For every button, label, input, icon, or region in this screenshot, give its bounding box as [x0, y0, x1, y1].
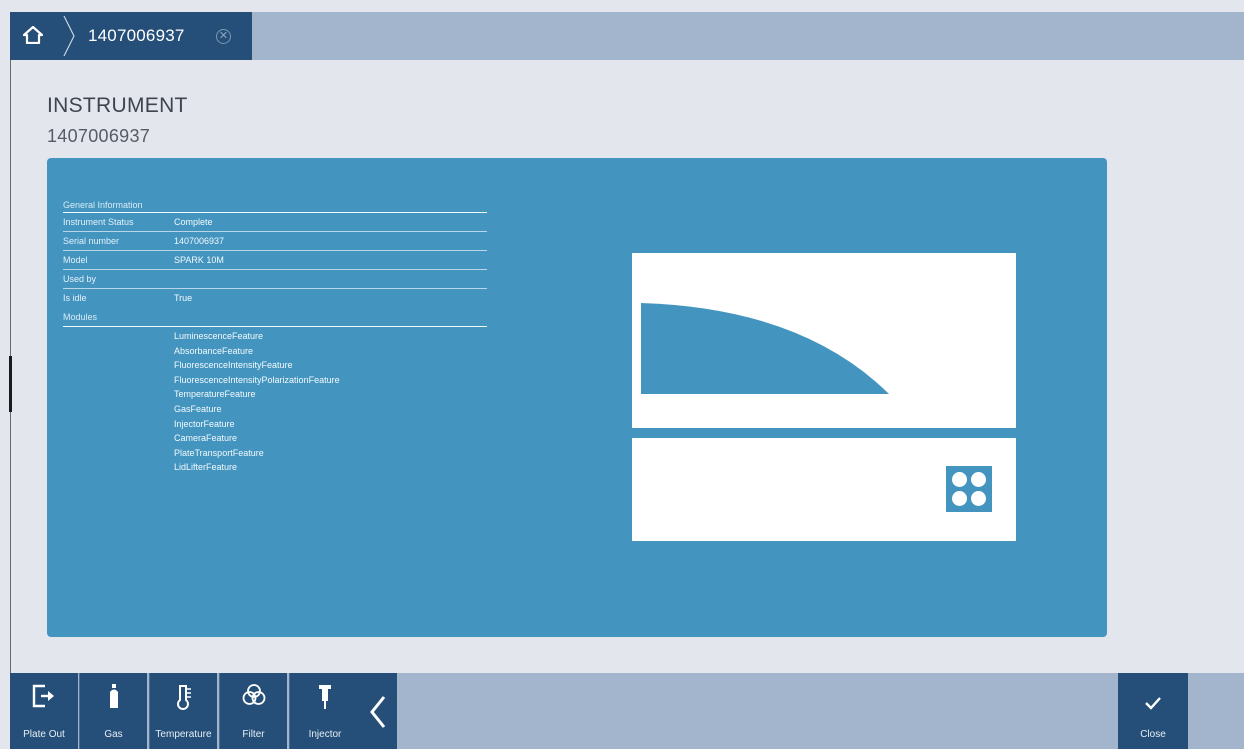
info-row-model: Model SPARK 10M	[63, 251, 487, 270]
page-title: INSTRUMENT	[47, 94, 188, 117]
bottom-toolbar: Plate Out Gas Temperature Filter Injecto…	[10, 673, 1244, 749]
home-icon	[23, 26, 43, 44]
injector-icon	[319, 685, 331, 709]
plate-out-button[interactable]: Plate Out	[10, 673, 78, 749]
checkmark-icon	[1145, 697, 1161, 710]
list-item: LuminescenceFeature	[174, 331, 264, 341]
list-item: FluorescenceIntensityFeature	[174, 360, 293, 371]
tab-instrument[interactable]: 1407006937 ✕	[78, 12, 252, 60]
info-label: Is idle	[63, 293, 87, 303]
info-value: 1407006937	[174, 236, 225, 246]
list-item: AbsorbanceFeature	[174, 345, 254, 356]
close-circle-icon: ✕	[218, 30, 229, 42]
list-item: TemperatureFeature	[174, 389, 256, 400]
temperature-label: Temperature	[155, 729, 212, 740]
info-row-status: Instrument Status Complete	[63, 213, 487, 232]
temperature-button[interactable]: Temperature	[149, 673, 217, 749]
modules-list: LuminescenceFeature AbsorbanceFeature Fl…	[63, 327, 487, 475]
list-item: LidLifterFeature	[174, 462, 238, 473]
close-tab-button[interactable]: ✕	[216, 29, 231, 44]
page-subtitle: 1407006937	[47, 126, 151, 146]
info-value: True	[174, 293, 193, 303]
info-label: Instrument Status	[63, 217, 134, 227]
plate-out-label: Plate Out	[23, 729, 65, 740]
info-row-idle: Is idle True	[63, 289, 487, 308]
thermometer-icon	[176, 685, 191, 710]
tab-title: 1407006937	[88, 26, 185, 45]
instrument-base-graphic	[632, 438, 1016, 541]
instrument-lid-graphic	[632, 253, 1016, 428]
close-button[interactable]: Close	[1118, 673, 1188, 749]
info-label: Model	[63, 255, 88, 265]
info-row-used-by: Used by	[63, 270, 487, 289]
info-label: Serial number	[63, 236, 120, 246]
close-label: Close	[1140, 729, 1166, 740]
home-button[interactable]	[10, 12, 62, 60]
list-item: GasFeature	[174, 403, 222, 414]
top-bar: 1407006937 ✕	[10, 12, 1244, 60]
list-item: FluorescenceIntensityPolarizationFeature	[174, 374, 340, 385]
filter-icon	[242, 684, 265, 705]
general-information-header: General Information	[63, 198, 487, 213]
list-item: CameraFeature	[174, 433, 238, 444]
list-item: InjectorFeature	[174, 418, 235, 429]
injector-button[interactable]: Injector	[289, 673, 360, 749]
filter-button[interactable]: Filter	[219, 673, 287, 749]
plate-wells-icon	[946, 466, 992, 512]
info-label: Used by	[63, 274, 97, 284]
general-information-table: General Information Instrument Status Co…	[63, 198, 487, 475]
info-row-serial: Serial number 1407006937	[63, 232, 487, 251]
chevron-left-icon	[370, 696, 386, 728]
gas-button[interactable]: Gas	[79, 673, 147, 749]
filter-label: Filter	[242, 729, 265, 740]
window-edge-marker	[9, 356, 12, 412]
gas-bottle-icon	[109, 684, 118, 708]
gas-label: Gas	[104, 729, 123, 740]
list-item: PlateTransportFeature	[174, 447, 264, 458]
info-value: Complete	[174, 217, 213, 227]
instrument-panel: General Information Instrument Status Co…	[47, 158, 1107, 637]
info-value: SPARK 10M	[174, 255, 224, 265]
injector-label: Injector	[308, 729, 342, 740]
breadcrumb-separator	[62, 12, 78, 60]
modules-header: Modules	[63, 308, 487, 327]
plate-out-icon	[32, 684, 54, 708]
collapse-toolbar-button[interactable]	[360, 673, 397, 749]
instrument-curve-graphic	[641, 303, 889, 394]
